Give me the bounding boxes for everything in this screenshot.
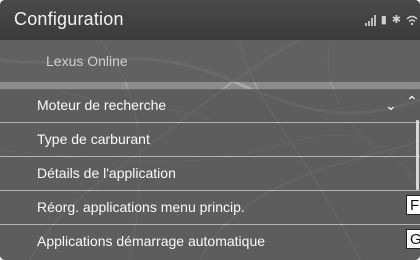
callout-label-f: F [406,195,420,215]
callout-label-g: G [406,229,420,249]
scroll-up-icon[interactable]: ⌃ [406,93,418,110]
menu-item-reorganize-apps[interactable]: Réorg. applications menu princip. [0,191,420,224]
menu-item-label: Applications démarrage automatique [37,233,266,249]
lexus-online-item[interactable]: Lexus Online [0,40,420,82]
title-bar: Configuration ▮ ✱ [0,0,420,40]
menu-item-search-engine[interactable]: Moteur de recherche ⌄ ⌃ [0,89,420,122]
menu-item-app-details[interactable]: Détails de l'application [0,157,420,190]
phone-icon: ▮ [380,14,387,26]
menu-item-fuel-type[interactable]: Type de carburant [0,123,420,156]
menu-item-label: Moteur de recherche [37,97,167,113]
scrollbar[interactable] [416,120,419,190]
page-title: Configuration [14,9,124,29]
menu-item-label: Réorg. applications menu princip. [37,199,245,215]
chevron-down-icon[interactable]: ⌄ [385,97,397,114]
settings-screen: Configuration ▮ ✱ Lexus Online Moteur de… [0,0,420,260]
signal-icon [364,14,376,26]
wifi-icon [406,15,418,26]
bluetooth-icon: ✱ [391,14,401,26]
status-icons: ▮ ✱ [364,12,418,26]
menu-item-label: Détails de l'application [37,165,176,181]
sub-item-label: Lexus Online [46,53,128,69]
menu-item-label: Type de carburant [37,131,150,147]
menu-item-autostart-apps[interactable]: Applications démarrage automatique [0,225,420,260]
